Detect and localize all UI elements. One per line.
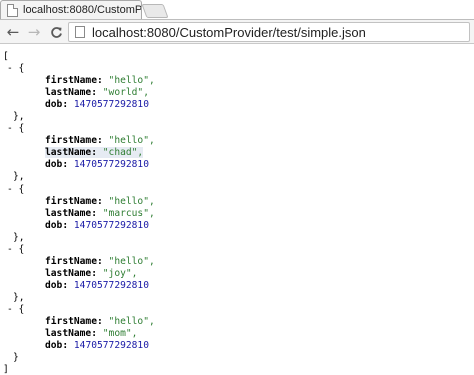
json-field-dob: dob: 1470577292810	[3, 340, 471, 352]
json-key: dob:	[45, 340, 69, 352]
json-string-value: "mom",	[102, 328, 138, 340]
json-object-close: },	[13, 171, 25, 183]
json-object-close: },	[13, 111, 25, 123]
json-string-value: "hello",	[108, 316, 155, 328]
json-field-lastname: lastName: "chad",	[3, 147, 471, 159]
back-arrow-icon[interactable]: ←	[4, 24, 22, 40]
browser-tab[interactable]: localhost:8080/CustomPr	[0, 0, 142, 19]
json-field-dob: dob: 1470577292810	[3, 220, 471, 232]
json-key: lastName:	[45, 207, 97, 219]
tab-strip: localhost:8080/CustomPr	[0, 0, 474, 19]
json-number-value: 1470577292810	[73, 340, 149, 352]
json-key: dob:	[45, 159, 69, 171]
json-field-lastname: lastName: "marcus",	[3, 208, 471, 220]
json-number-value: 1470577292810	[73, 159, 149, 171]
json-key: dob:	[45, 99, 69, 111]
json-string-value: "joy",	[102, 267, 138, 279]
json-key: lastName:	[45, 328, 97, 340]
tab-title: localhost:8080/CustomPr	[23, 4, 141, 16]
json-object-close-last: }	[13, 352, 19, 364]
browser-toolbar: ← → localhost:8080/CustomProvider/test/s…	[0, 19, 474, 44]
json-field-firstname: firstName: "hello",	[3, 256, 471, 268]
json-field-dob: dob: 1470577292810	[3, 99, 471, 111]
json-key: firstName:	[45, 255, 103, 267]
json-object-toggle[interactable]: - {	[3, 63, 471, 75]
json-number-value: 1470577292810	[73, 279, 149, 291]
json-key: firstName:	[45, 75, 103, 87]
json-object-close: },	[13, 231, 25, 243]
json-string-value: "hello",	[108, 75, 155, 87]
page-icon	[75, 26, 85, 38]
json-open-bracket: [	[3, 51, 9, 62]
json-field-lastname: lastName: "joy",	[3, 268, 471, 280]
json-object-toggle[interactable]: - {	[3, 184, 471, 196]
json-field-firstname: firstName: "hello",	[3, 196, 471, 208]
address-bar[interactable]: localhost:8080/CustomProvider/test/simpl…	[68, 22, 470, 42]
json-number-value: 1470577292810	[73, 219, 149, 231]
json-object-toggle[interactable]: - {	[3, 123, 471, 135]
json-key: lastName:	[45, 87, 97, 99]
json-key: lastName:	[45, 267, 97, 279]
json-string-value: "marcus",	[102, 207, 155, 219]
json-string-value: "chad",	[102, 147, 144, 159]
json-key: firstName:	[45, 195, 103, 207]
new-tab-button[interactable]	[141, 4, 169, 18]
url-text: localhost:8080/CustomProvider/test/simpl…	[92, 24, 366, 40]
json-key: dob:	[45, 279, 69, 291]
json-key: dob:	[45, 219, 69, 231]
json-object-toggle[interactable]: - {	[3, 304, 471, 316]
json-number-value: 1470577292810	[73, 99, 149, 111]
json-field-dob: dob: 1470577292810	[3, 159, 471, 171]
json-key: lastName:	[45, 147, 97, 159]
forward-arrow-icon[interactable]: →	[25, 24, 43, 40]
json-string-value: "hello",	[108, 135, 155, 147]
json-field-lastname: lastName: "world",	[3, 87, 471, 99]
json-close-bracket: ]	[3, 364, 9, 375]
reload-icon-glyph	[50, 26, 62, 38]
json-field-firstname: firstName: "hello",	[3, 316, 471, 328]
json-key: firstName:	[45, 135, 103, 147]
json-field-firstname: firstName: "hello",	[3, 135, 471, 147]
json-field-dob: dob: 1470577292810	[3, 280, 471, 292]
json-object-close: },	[13, 291, 25, 303]
reload-icon[interactable]	[47, 24, 65, 40]
page-icon	[7, 3, 18, 17]
json-string-value: "hello",	[108, 195, 155, 207]
json-viewer: [ - { firstName: "hello", lastName: "wor…	[3, 51, 471, 375]
json-object-toggle[interactable]: - {	[3, 244, 471, 256]
json-highlight: lastName: "chad",	[45, 147, 144, 159]
json-field-lastname: lastName: "mom",	[3, 328, 471, 340]
json-string-value: "hello",	[108, 255, 155, 267]
json-key: firstName:	[45, 316, 103, 328]
json-field-firstname: firstName: "hello",	[3, 75, 471, 87]
json-string-value: "world",	[102, 87, 149, 99]
